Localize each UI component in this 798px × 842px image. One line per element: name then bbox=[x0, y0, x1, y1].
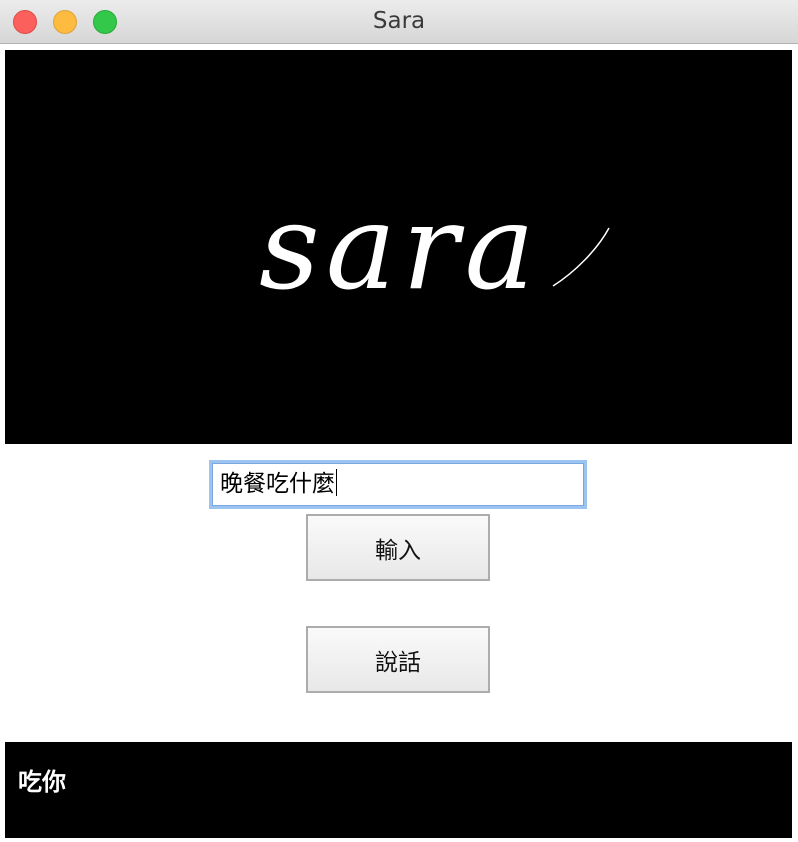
window-title: Sara bbox=[372, 8, 426, 34]
reply-panel: 吃你 bbox=[5, 742, 792, 838]
app-window: Sara sara 晚餐吃什麼 輸入 說話 吃你 bbox=[0, 0, 798, 842]
logo-swash bbox=[552, 227, 610, 287]
reply-text: 吃你 bbox=[18, 768, 66, 796]
speak-button[interactable]: 說話 bbox=[306, 626, 490, 693]
title-bar[interactable]: Sara bbox=[0, 0, 798, 44]
sara-logo: sara bbox=[259, 178, 610, 316]
text-caret bbox=[336, 469, 337, 496]
query-input-value: 晚餐吃什麼 bbox=[220, 471, 335, 497]
submit-button[interactable]: 輸入 bbox=[306, 514, 490, 581]
speak-button-label: 說話 bbox=[375, 649, 421, 676]
query-input[interactable]: 晚餐吃什麼 bbox=[209, 460, 587, 509]
sara-logo-text: sara bbox=[259, 178, 541, 316]
submit-button-label: 輸入 bbox=[375, 537, 421, 564]
logo-banner: sara bbox=[5, 50, 792, 444]
